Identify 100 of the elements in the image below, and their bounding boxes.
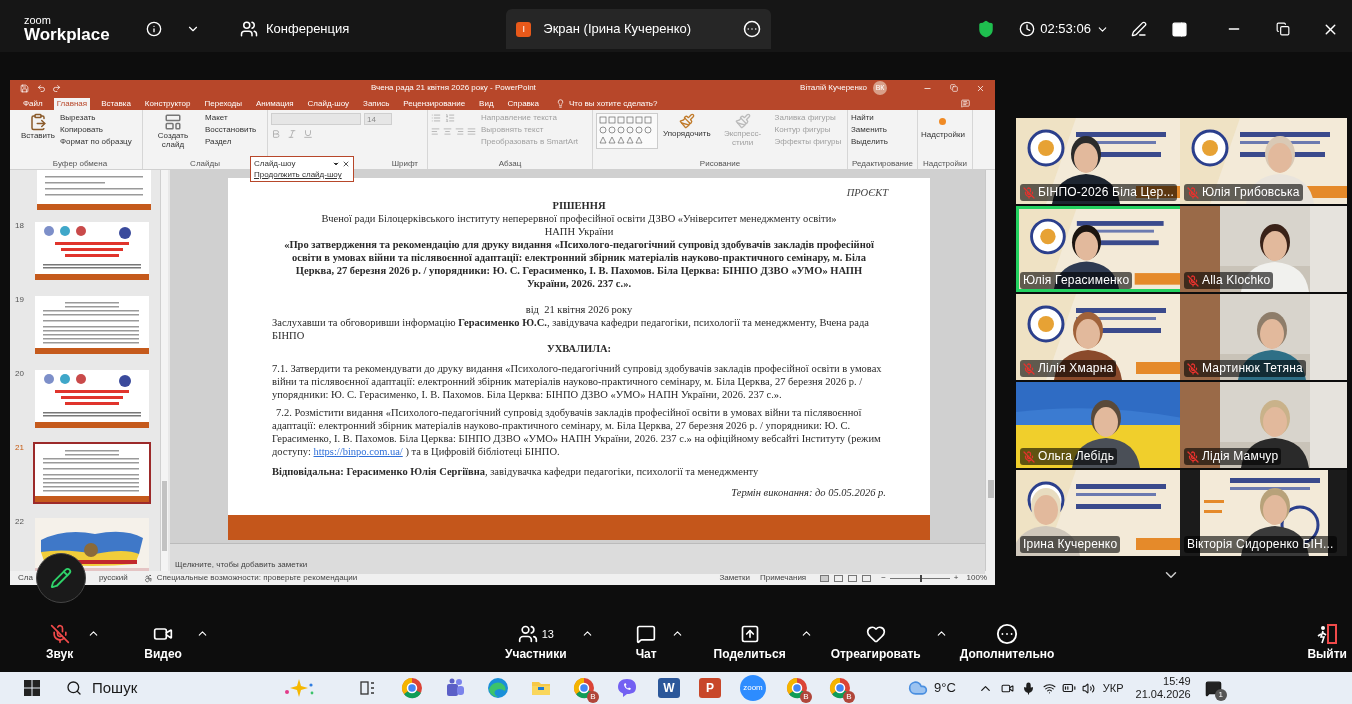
redo-icon[interactable] — [52, 83, 61, 93]
slide-thumbnail[interactable] — [33, 220, 151, 282]
ribbon-button[interactable]: Найти — [851, 113, 888, 123]
scrollbar-thumb[interactable] — [988, 480, 994, 498]
ribbon-tab[interactable]: Анимация — [253, 98, 297, 110]
ribbon-button[interactable]: Восстановить — [205, 125, 257, 135]
toolbar-button[interactable]: Чат — [631, 622, 661, 662]
language-indicator[interactable]: УКР — [1102, 679, 1124, 697]
ribbon-button[interactable]: Заменить — [851, 125, 888, 135]
zoom-percentage[interactable]: 100% — [966, 572, 987, 584]
accessibility-status[interactable]: Специальные возможности: проверьте рекомендации — [156, 572, 358, 584]
ribbon-tab[interactable]: Слайд-шоу — [304, 98, 353, 110]
ribbon-button[interactable]: Формат по образцу — [59, 137, 132, 147]
ribbon-button[interactable]: Упорядочить — [663, 113, 711, 138]
slide-layout-icon — [164, 113, 182, 131]
meeting-timer[interactable]: 02:53:06 — [1040, 19, 1091, 39]
ribbon-tab[interactable]: Запись — [360, 98, 393, 110]
browser-icon[interactable] — [829, 677, 851, 699]
cloud-icon[interactable] — [908, 678, 928, 698]
more-icon[interactable] — [743, 20, 762, 38]
browser-icon[interactable] — [786, 677, 808, 699]
battery-icon[interactable] — [1061, 681, 1076, 695]
ribbon-button[interactable]: Вырезать — [59, 113, 132, 123]
search-field[interactable]: Пошук — [92, 676, 272, 700]
presentation-app-icon[interactable]: P — [699, 678, 721, 698]
notes-button[interactable]: Заметки — [719, 572, 750, 584]
meeting-label[interactable]: Конференция — [266, 19, 350, 39]
temperature[interactable]: 9°C — [934, 678, 956, 698]
ribbon-tab[interactable]: Справка — [504, 98, 542, 110]
ribbon-button[interactable]: Копировать — [59, 125, 132, 135]
notes-area[interactable]: Щелкните, чтобы добавить заметки — [170, 543, 985, 574]
slide-thumbnail[interactable] — [33, 368, 151, 430]
ribbon-tab[interactable]: Рецензирование — [400, 98, 469, 110]
document-app-icon[interactable]: W — [658, 678, 680, 698]
ribbon-tab[interactable]: Главная — [53, 98, 91, 110]
save-icon[interactable] — [20, 83, 29, 93]
toolbar-button[interactable]: Дополнительно — [955, 622, 1059, 662]
comment-icon[interactable] — [961, 99, 970, 108]
tell-me-field[interactable]: Что вы хотите сделать? — [568, 98, 658, 110]
group-label: Абзац — [498, 158, 522, 169]
ribbon-button[interactable]: Создать слайд — [146, 113, 200, 149]
paintbrush-icon — [734, 113, 751, 129]
wave-browser-icon[interactable] — [487, 677, 509, 699]
ribbon-tab[interactable]: Конструктор — [141, 98, 194, 110]
zoom-slider-thumb[interactable] — [919, 574, 922, 582]
toolbar-button[interactable]: Выйти — [1303, 622, 1351, 662]
slide-thumbnail[interactable] — [33, 294, 151, 356]
people-app-icon[interactable] — [444, 677, 466, 699]
clock-icon — [1019, 21, 1036, 37]
resolution-item: 7.2. Розмістити видання «Психолого-педагогічний супровід здобувачів закладів професійної освіти в умовах війни та післявоєнної адаптації: електронний збірник матеріалів науково-практичного семінару, м. Біла Церква, 27 березня 2026 р. / упорядники: Ю. С. Герасименко, І. В. Пахомов. Біла Церква: БІНПО ДЗВО «УМО» НАПН України, 2026. 237 с.» на офіційному вебсайті Інституту (режим доступу: https://binpo.com.ua/ ) та в Цифровій бібліотеці БІНПО. — [272, 406, 882, 458]
toolbar-button[interactable]: Звук — [42, 622, 78, 662]
slide-thumbnail[interactable] — [33, 516, 151, 571]
slide-thumbnail[interactable] — [37, 170, 151, 210]
toolbar-button[interactable]: Поделиться — [709, 622, 790, 662]
ribbon-tab[interactable]: Вид — [476, 98, 497, 110]
sorter-view-icon[interactable] — [834, 574, 844, 582]
shapes-gallery-drawing[interactable] — [596, 113, 658, 149]
mic-icon[interactable] — [1021, 681, 1035, 695]
people-icon[interactable] — [240, 20, 258, 38]
annotate-icon[interactable] — [1130, 21, 1147, 37]
slideshow-view-icon[interactable] — [862, 574, 872, 582]
toolbar-button[interactable]: Отреагировать — [826, 622, 925, 662]
website-link[interactable]: https://binpo.com.ua/ — [313, 446, 403, 457]
toolbar-button[interactable]: 13 Участники — [500, 622, 571, 662]
restore-icon[interactable] — [1275, 22, 1290, 36]
ribbon-button[interactable]: Макет — [205, 113, 257, 123]
ribbon-button[interactable]: Надстройки — [921, 113, 965, 139]
wifi-icon[interactable] — [1042, 681, 1056, 695]
search-icon[interactable] — [66, 680, 82, 696]
clock[interactable]: 15:49 21.04.2026 — [1135, 675, 1191, 701]
toolbar-button[interactable]: Видео — [140, 622, 186, 662]
screen-share-tab[interactable]: І Экран (Ірина Кучеренко) — [506, 9, 772, 49]
ribbon-button[interactable]: Раздел — [205, 137, 257, 147]
browser-icon[interactable] — [573, 677, 595, 699]
ribbon-button[interactable]: Вставить — [21, 113, 55, 140]
slide-thumbnail[interactable] — [33, 442, 151, 504]
close-icon[interactable] — [342, 159, 350, 168]
scrollbar-thumb[interactable] — [162, 481, 167, 551]
resume-slideshow-link[interactable]: Продолжить слайд-шоу — [254, 169, 342, 180]
info-icon[interactable] — [146, 21, 162, 37]
task-view-icon[interactable] — [360, 680, 376, 696]
start-icon[interactable] — [24, 680, 40, 696]
zoom-out-button[interactable]: − — [881, 572, 886, 584]
browser-icon[interactable] — [401, 677, 423, 699]
zoom-in-button[interactable]: + — [953, 572, 959, 584]
ribbon-tab[interactable]: Вставка — [98, 98, 134, 110]
scrollbar[interactable] — [160, 170, 168, 571]
normal-view-icon[interactable] — [820, 574, 830, 582]
reading-view-icon[interactable] — [848, 574, 858, 582]
ribbon-tab[interactable]: Переходы — [201, 98, 245, 110]
shield-icon[interactable] — [977, 20, 996, 38]
undo-icon[interactable] — [37, 83, 46, 93]
phone-bubble-icon[interactable] — [616, 677, 638, 699]
ribbon-tab[interactable]: Файл — [20, 98, 46, 110]
font-name-field[interactable] — [271, 113, 361, 125]
volume-icon[interactable] — [1081, 681, 1095, 695]
scrollbar[interactable] — [985, 170, 995, 571]
ribbon-button[interactable]: Выделить — [851, 137, 888, 147]
language-indicator[interactable]: русский — [98, 572, 128, 584]
comments-button[interactable]: Примечания — [760, 572, 807, 584]
